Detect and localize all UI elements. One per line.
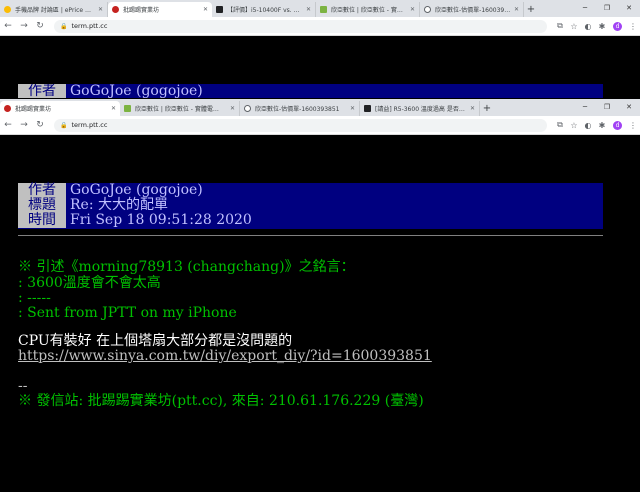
quote-header: ※ 引述《morning78913 (changchang)》之銘言： xyxy=(18,259,355,275)
front-tab-ptt[interactable]: 批踢踢實業坊 ✕ xyxy=(0,101,120,116)
puzzle-icon[interactable]: ✱ xyxy=(595,22,609,31)
header-divider xyxy=(18,235,603,236)
new-tab-button[interactable]: + xyxy=(524,2,538,17)
signature-divider: -- xyxy=(18,378,28,394)
window-controls: ─ ❐ ✕ xyxy=(574,99,640,116)
back-tab-quote[interactable]: 欣亞數位-估價單-1600393… ✕ xyxy=(420,2,524,17)
back-address-bar: ← → ↻ 🔒 term.ptt.cc ⧉ ☆ ◐ ✱ d ⋮ xyxy=(0,17,640,36)
close-icon[interactable]: ✕ xyxy=(410,6,415,13)
star-icon[interactable]: ☆ xyxy=(567,22,581,31)
menu-icon[interactable]: ⋮ xyxy=(626,121,640,130)
sinya-favicon-icon xyxy=(124,105,131,112)
quote-line: : 3600溫度會不會太高 xyxy=(18,275,161,291)
back-browser-window: 手機品牌 討論區 | ePrice 比… ✕ 批踢踢實業坊 ✕ 【評價】i5-104… xyxy=(0,0,640,36)
back-tab-ptt[interactable]: 批踢踢實業坊 ✕ xyxy=(108,2,212,17)
quote-line: : Sent from JPTT on my iPhone xyxy=(18,305,237,321)
lock-icon: 🔒 xyxy=(60,22,68,30)
back-tab-review[interactable]: 【評價】i5-10400F vs. R5-… ✕ xyxy=(212,2,316,17)
extension-icon[interactable]: ◐ xyxy=(581,22,595,31)
close-icon[interactable]: ✕ xyxy=(514,6,519,13)
quote-line: : ----- xyxy=(18,290,51,306)
front-tab-sinya[interactable]: 欣亞數位 | 欣亞數位 - 實體電… ✕ xyxy=(120,101,240,116)
back-arrow-icon[interactable]: ← xyxy=(0,21,16,31)
time-value: Fri Sep 18 09:51:28 2020 xyxy=(70,212,252,228)
title-value: Re: 大大的配單 xyxy=(70,197,168,213)
back-tab-eprice[interactable]: 手機品牌 討論區 | ePrice 比… ✕ xyxy=(0,2,108,17)
close-window-icon[interactable]: ✕ xyxy=(618,99,640,116)
maximize-icon[interactable]: ❐ xyxy=(596,99,618,116)
back-arrow-icon[interactable]: ← xyxy=(0,120,16,130)
close-icon[interactable]: ✕ xyxy=(203,6,208,13)
close-icon[interactable]: ✕ xyxy=(470,105,475,112)
site-favicon-icon xyxy=(364,105,371,112)
close-window-icon[interactable]: ✕ xyxy=(618,0,640,17)
back-post-header: 作者 GoGoJoe (gogojoe) xyxy=(18,84,603,98)
front-tab-strip: 批踢踢實業坊 ✕ 欣亞數位 | 欣亞數位 - 實體電… ✕ 欣亞數位-估價單-160… xyxy=(0,99,640,116)
sinya-favicon-icon xyxy=(320,6,327,13)
close-icon[interactable]: ✕ xyxy=(111,105,116,112)
forward-arrow-icon[interactable]: → xyxy=(16,120,32,130)
avatar[interactable]: d xyxy=(613,21,622,31)
screenshot-icon[interactable]: ⧉ xyxy=(553,120,567,130)
avatar[interactable]: d xyxy=(613,120,622,130)
menu-icon[interactable]: ⋮ xyxy=(626,22,640,31)
globe-icon xyxy=(244,105,251,112)
url-field[interactable]: 🔒 term.ptt.cc xyxy=(54,118,547,132)
close-icon[interactable]: ✕ xyxy=(350,105,355,112)
puzzle-icon[interactable]: ✱ xyxy=(595,121,609,130)
close-icon[interactable]: ✕ xyxy=(98,6,103,13)
back-tab-sinya[interactable]: 欣亞數位 | 欣亞數位 - 實… ✕ xyxy=(316,2,420,17)
body-text: CPU有裝好 在上個塔扇大部分都是沒問題的 xyxy=(18,333,293,349)
front-address-bar: ← → ↻ 🔒 term.ptt.cc ⧉ ☆ ◐ ✱ d ⋮ xyxy=(0,116,640,135)
post-footer: ※ 發信站: 批踢踢實業坊(ptt.cc), 來自: 210.61.176.22… xyxy=(18,393,424,409)
site-favicon-icon xyxy=(216,6,223,13)
ptt-favicon-icon xyxy=(4,105,11,112)
front-browser-window: 批踢踢實業坊 ✕ 欣亞數位 | 欣亞數位 - 實體電… ✕ 欣亞數位-估價單-160… xyxy=(0,99,640,135)
front-tab-forum[interactable]: [請益] R5-3600 溫度過高 是否需… ✕ xyxy=(360,101,480,116)
front-tab-quote[interactable]: 欣亞數位-估價單-1600393851 ✕ xyxy=(240,101,360,116)
author-value: GoGoJoe (gogojoe) xyxy=(70,182,203,198)
close-icon[interactable]: ✕ xyxy=(230,105,235,112)
post-header: 作者 GoGoJoe (gogojoe) 標題 Re: 大大的配單 時間 Fri… xyxy=(18,183,603,229)
extension-icon[interactable]: ◐ xyxy=(581,121,595,130)
minimize-icon[interactable]: ─ xyxy=(574,0,596,17)
close-icon[interactable]: ✕ xyxy=(306,6,311,13)
new-tab-button[interactable]: + xyxy=(480,101,494,116)
screenshot-icon[interactable]: ⧉ xyxy=(553,21,567,31)
reload-icon[interactable]: ↻ xyxy=(32,120,48,130)
back-tab-strip: 手機品牌 討論區 | ePrice 比… ✕ 批踢踢實業坊 ✕ 【評價】i5-104… xyxy=(0,0,640,17)
reload-icon[interactable]: ↻ xyxy=(32,21,48,31)
lock-icon: 🔒 xyxy=(60,121,68,129)
minimize-icon[interactable]: ─ xyxy=(574,99,596,116)
globe-icon xyxy=(424,6,431,13)
maximize-icon[interactable]: ❐ xyxy=(596,0,618,17)
forward-arrow-icon[interactable]: → xyxy=(16,21,32,31)
diy-link[interactable]: https://www.sinya.com.tw/diy/export_diy/… xyxy=(18,348,432,364)
eprice-favicon-icon xyxy=(4,6,11,13)
ptt-favicon-icon xyxy=(112,6,119,13)
star-icon[interactable]: ☆ xyxy=(567,121,581,130)
url-field[interactable]: 🔒 term.ptt.cc xyxy=(54,19,547,33)
window-controls: ─ ❐ ✕ xyxy=(574,0,640,17)
